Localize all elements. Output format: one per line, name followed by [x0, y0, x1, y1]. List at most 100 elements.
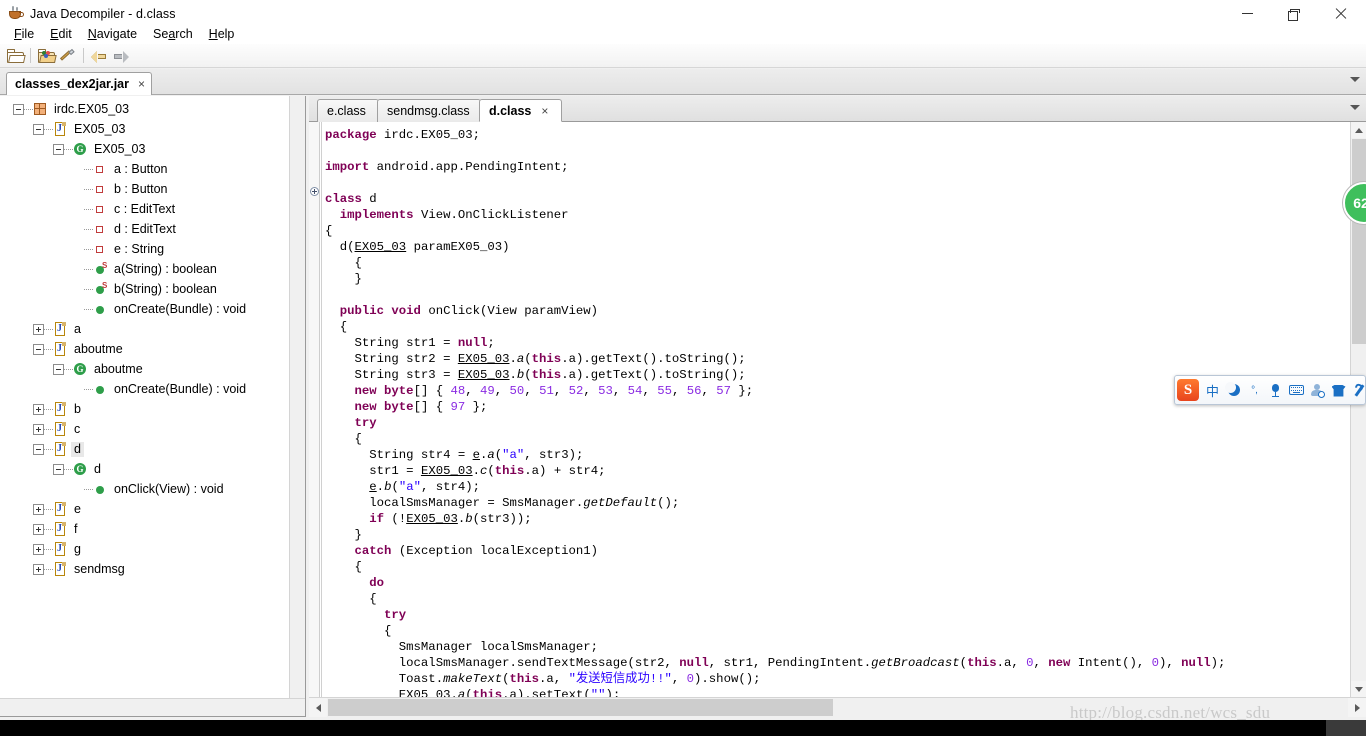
menu-search[interactable]: Search: [145, 25, 201, 43]
expand-import-icon[interactable]: [310, 187, 319, 196]
tree-expand-icon[interactable]: [33, 403, 44, 415]
tree-item-a[interactable]: Ja: [0, 319, 305, 339]
tree-item-c[interactable]: Jc: [0, 419, 305, 439]
voice-input-icon[interactable]: [1265, 378, 1286, 402]
code-tab-e-class[interactable]: e.class: [317, 99, 379, 122]
tree-expand-icon[interactable]: [33, 323, 44, 335]
tab-list-chevron-down-icon[interactable]: [1350, 77, 1360, 82]
tree-item-label: onCreate(Bundle) : void: [114, 381, 247, 396]
tree-collapse-icon[interactable]: [33, 443, 44, 455]
tree-item-d-edittext[interactable]: d : EditText: [0, 219, 305, 239]
user-account-icon[interactable]: [1307, 378, 1328, 402]
tree-collapse-icon[interactable]: [53, 143, 64, 155]
code-viewer[interactable]: package irdc.EX05_03; import android.app…: [309, 122, 1366, 697]
scroll-right-button[interactable]: [1348, 698, 1366, 717]
tree-item-label: aboutme: [74, 341, 123, 356]
tree-collapse-icon[interactable]: [53, 363, 64, 375]
tree-item-d[interactable]: Jd: [0, 439, 305, 459]
jar-tab-classes-dex2jar[interactable]: classes_dex2jar.jar ×: [6, 72, 153, 95]
menu-help[interactable]: Help: [201, 25, 243, 43]
tree-expand-icon[interactable]: [33, 523, 44, 535]
moon-icon[interactable]: [1223, 378, 1244, 402]
horizontal-scroll-thumb[interactable]: [328, 699, 833, 716]
open-recent-files-button[interactable]: [35, 46, 57, 66]
tree-expand-icon[interactable]: [33, 503, 44, 515]
chinese-mode-icon[interactable]: 中: [1202, 378, 1223, 402]
tree-collapse-icon[interactable]: [33, 343, 44, 355]
scroll-up-button[interactable]: [1351, 122, 1366, 138]
tree-connector: [24, 108, 33, 110]
tree-item-oncreate-bundle-void[interactable]: onCreate(Bundle) : void: [0, 379, 305, 399]
menu-navigate[interactable]: Navigate: [80, 25, 145, 43]
code-tab-d-class[interactable]: d.class ×: [479, 99, 562, 122]
open-file-button[interactable]: [4, 46, 26, 66]
tree-item-label: b: [74, 401, 81, 416]
tree-item-aboutme[interactable]: Gaboutme: [0, 359, 305, 379]
tree-item-sendmsg[interactable]: Jsendmsg: [0, 559, 305, 579]
tree-item-onclick-view-void[interactable]: onClick(View) : void: [0, 479, 305, 499]
skin-icon[interactable]: [1328, 378, 1349, 402]
tree-item-irdc-ex05-03[interactable]: irdc.EX05_03: [0, 99, 305, 119]
sogou-input-method-toolbar[interactable]: S 中 °,: [1174, 375, 1366, 405]
tree-item-ex05-03[interactable]: J EX05_03: [0, 119, 305, 139]
code-tab-close-icon[interactable]: ×: [541, 104, 548, 118]
tree-connector: [84, 268, 93, 270]
tree-vertical-scrollbar[interactable]: [289, 96, 305, 716]
class-icon: G: [73, 142, 87, 156]
code-tab-list-chevron-down-icon[interactable]: [1350, 105, 1360, 110]
tree-item-f[interactable]: Jf: [0, 519, 305, 539]
vertical-scroll-thumb[interactable]: [1352, 139, 1366, 344]
tree-item-a-button[interactable]: a : Button: [0, 159, 305, 179]
tree-item-e-string[interactable]: e : String: [0, 239, 305, 259]
tree-item-ex05-03[interactable]: G EX05_03: [0, 139, 305, 159]
tree-item-b-string-boolean[interactable]: Sb(String) : boolean: [0, 279, 305, 299]
menu-edit[interactable]: Edit: [42, 25, 80, 43]
code-tab-sendmsg-class[interactable]: sendmsg.class: [377, 99, 481, 122]
code-tab-label: e.class: [327, 104, 366, 118]
sogou-logo-icon[interactable]: S: [1177, 379, 1199, 401]
tree-item-a-string-boolean[interactable]: Sa(String) : boolean: [0, 259, 305, 279]
tree-item-e[interactable]: Je: [0, 499, 305, 519]
code-tab-label: sendmsg.class: [387, 104, 470, 118]
toolbox-icon[interactable]: [1349, 378, 1366, 402]
taskbar-show-desktop-button[interactable]: [1326, 720, 1366, 736]
tree-connector: [84, 288, 93, 290]
tree-collapse-icon[interactable]: [13, 103, 24, 115]
tree-connector: [84, 388, 93, 390]
tree-item-b-button[interactable]: b : Button: [0, 179, 305, 199]
tree-connector: [44, 508, 53, 510]
tree-item-aboutme[interactable]: Jaboutme: [0, 339, 305, 359]
tree-connector: [44, 528, 53, 530]
magic-wand-icon: [59, 48, 76, 63]
tree-horizontal-scrollbar[interactable]: [0, 698, 305, 716]
tree-item-g[interactable]: Jg: [0, 539, 305, 559]
class-tree-panel[interactable]: irdc.EX05_03 J EX05_03 G EX05_03 a : Button b …: [0, 96, 306, 717]
window-title: Java Decompiler - d.class: [30, 6, 176, 21]
tree-item-d[interactable]: Gd: [0, 459, 305, 479]
decompile-button[interactable]: [57, 46, 79, 66]
tree-item-label: onClick(View) : void: [114, 481, 224, 496]
jar-tab-close-icon[interactable]: ×: [138, 77, 145, 91]
tree-item-b[interactable]: Jb: [0, 399, 305, 419]
tree-expand-icon[interactable]: [33, 563, 44, 575]
os-taskbar[interactable]: [0, 720, 1366, 736]
tree-item-oncreate-bundle-void[interactable]: onCreate(Bundle) : void: [0, 299, 305, 319]
tree-item-label: d: [71, 441, 84, 457]
tree-collapse-icon[interactable]: [33, 123, 44, 135]
punctuation-icon[interactable]: °,: [1244, 378, 1265, 402]
tree-item-c-edittext[interactable]: c : EditText: [0, 199, 305, 219]
tree-collapse-icon[interactable]: [53, 463, 64, 475]
scroll-left-button[interactable]: [309, 698, 327, 717]
menu-file[interactable]: File: [6, 25, 42, 43]
soft-keyboard-icon[interactable]: [1286, 378, 1307, 402]
tree-expand-icon[interactable]: [33, 423, 44, 435]
tree-connector: [44, 568, 53, 570]
scroll-down-button[interactable]: [1351, 681, 1366, 697]
tree-expand-icon[interactable]: [33, 543, 44, 555]
navigate-back-button[interactable]: [88, 46, 110, 66]
navigate-forward-button[interactable]: [110, 46, 132, 66]
main-toolbar: [0, 44, 1366, 68]
